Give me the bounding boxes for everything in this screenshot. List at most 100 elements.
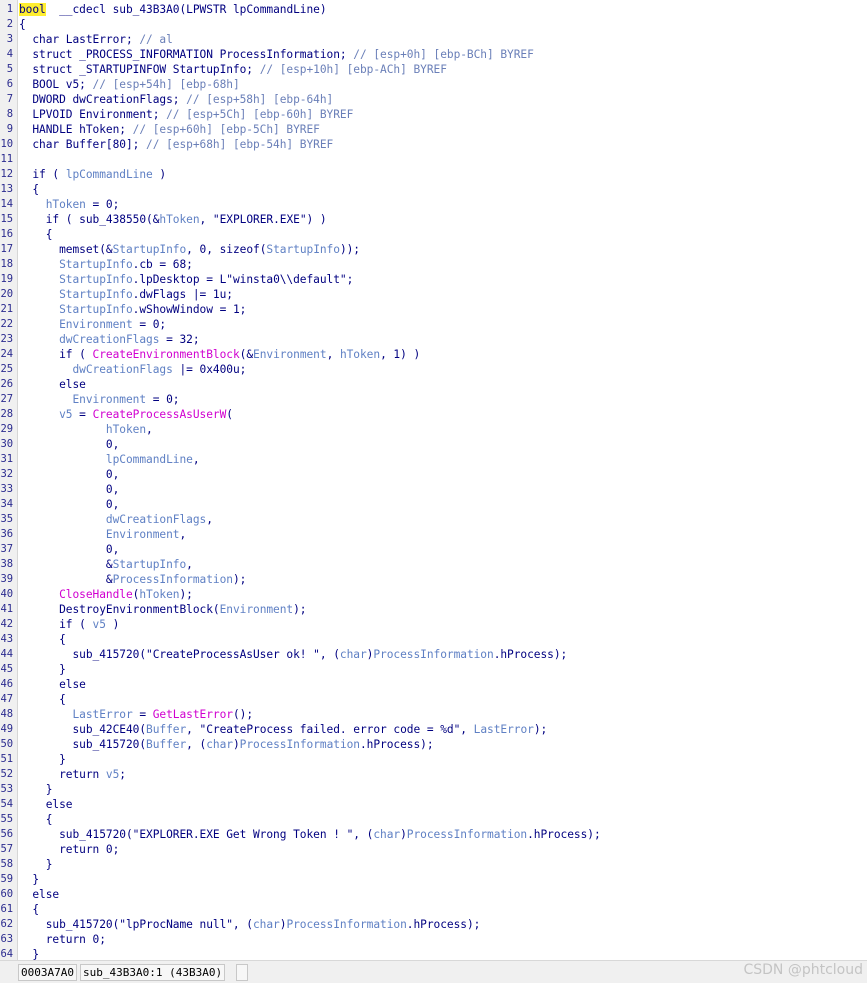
code-line[interactable]: 12 if ( lpCommandLine )	[0, 167, 867, 182]
code-text[interactable]: sub_415720("CreateProcessAsUser ok! ", (…	[19, 647, 567, 662]
code-line[interactable]: 28 v5 = CreateProcessAsUserW(	[0, 407, 867, 422]
code-text[interactable]: Environment,	[19, 527, 186, 542]
code-text[interactable]: 0,	[19, 497, 119, 512]
code-text[interactable]: &ProcessInformation);	[19, 572, 246, 587]
code-text[interactable]: else	[19, 797, 73, 812]
code-line[interactable]: 39 &ProcessInformation);	[0, 572, 867, 587]
code-text[interactable]: StartupInfo.lpDesktop = L"winsta0\\defau…	[19, 272, 353, 287]
code-line[interactable]: 33 0,	[0, 482, 867, 497]
code-text[interactable]: else	[19, 677, 86, 692]
code-line[interactable]: 50 sub_415720(Buffer, (char)ProcessInfor…	[0, 737, 867, 752]
code-text[interactable]: 0,	[19, 542, 119, 557]
code-text[interactable]: {	[19, 632, 66, 647]
code-text[interactable]: sub_42CE40(Buffer, "CreateProcess failed…	[19, 722, 547, 737]
code-line[interactable]: 6 BOOL v5; // [esp+54h] [ebp-68h]	[0, 77, 867, 92]
code-text[interactable]: struct _PROCESS_INFORMATION ProcessInfor…	[19, 47, 533, 62]
code-line[interactable]: 41 DestroyEnvironmentBlock(Environment);	[0, 602, 867, 617]
code-text[interactable]: HANDLE hToken; // [esp+60h] [ebp-5Ch] BY…	[19, 122, 320, 137]
code-line[interactable]: 60 else	[0, 887, 867, 902]
code-text[interactable]: if ( lpCommandLine )	[19, 167, 166, 182]
code-text[interactable]: struct _STARTUPINFOW StartupInfo; // [es…	[19, 62, 447, 77]
code-line[interactable]: 44 sub_415720("CreateProcessAsUser ok! "…	[0, 647, 867, 662]
code-text[interactable]: memset(&StartupInfo, 0, sizeof(StartupIn…	[19, 242, 360, 257]
code-line[interactable]: 17 memset(&StartupInfo, 0, sizeof(Startu…	[0, 242, 867, 257]
code-text[interactable]: {	[19, 812, 53, 827]
code-text[interactable]: Environment = 0;	[19, 317, 166, 332]
code-line[interactable]: 8 LPVOID Environment; // [esp+5Ch] [ebp-…	[0, 107, 867, 122]
code-line[interactable]: 51 }	[0, 752, 867, 767]
code-text[interactable]: DestroyEnvironmentBlock(Environment);	[19, 602, 306, 617]
code-line[interactable]: 47 {	[0, 692, 867, 707]
code-line[interactable]: 30 0,	[0, 437, 867, 452]
code-line[interactable]: 21 StartupInfo.wShowWindow = 1;	[0, 302, 867, 317]
code-line[interactable]: 5 struct _STARTUPINFOW StartupInfo; // […	[0, 62, 867, 77]
code-text[interactable]: {	[19, 182, 39, 197]
code-line[interactable]: 10 char Buffer[80]; // [esp+68h] [ebp-54…	[0, 137, 867, 152]
code-text[interactable]: dwCreationFlags,	[19, 512, 213, 527]
code-text[interactable]: {	[19, 902, 39, 917]
code-line[interactable]: 57 return 0;	[0, 842, 867, 857]
code-line[interactable]: 32 0,	[0, 467, 867, 482]
code-text[interactable]: bool __cdecl sub_43B3A0(LPWSTR lpCommand…	[19, 2, 327, 17]
code-text[interactable]: if ( v5 )	[19, 617, 119, 632]
code-line[interactable]: 29 hToken,	[0, 422, 867, 437]
code-text[interactable]: lpCommandLine,	[19, 452, 200, 467]
code-line[interactable]: 36 Environment,	[0, 527, 867, 542]
code-line[interactable]: 40 CloseHandle(hToken);	[0, 587, 867, 602]
code-line[interactable]: 62 sub_415720("lpProcName null", (char)P…	[0, 917, 867, 932]
code-text[interactable]: return v5;	[19, 767, 126, 782]
code-line[interactable]: 11	[0, 152, 867, 167]
code-text[interactable]: BOOL v5; // [esp+54h] [ebp-68h]	[19, 77, 239, 92]
code-line[interactable]: 20 StartupInfo.dwFlags |= 1u;	[0, 287, 867, 302]
code-text[interactable]: else	[19, 887, 59, 902]
code-text[interactable]: }	[19, 662, 66, 677]
code-line[interactable]: 61 {	[0, 902, 867, 917]
code-text[interactable]: LastError = GetLastError();	[19, 707, 253, 722]
code-text[interactable]: return 0;	[19, 842, 119, 857]
code-line[interactable]: 18 StartupInfo.cb = 68;	[0, 257, 867, 272]
code-text[interactable]: StartupInfo.dwFlags |= 1u;	[19, 287, 233, 302]
code-line[interactable]: 56 sub_415720("EXPLORER.EXE Get Wrong To…	[0, 827, 867, 842]
code-line[interactable]: 23 dwCreationFlags = 32;	[0, 332, 867, 347]
code-text[interactable]: 0,	[19, 437, 119, 452]
code-line[interactable]: 37 0,	[0, 542, 867, 557]
code-line[interactable]: 42 if ( v5 )	[0, 617, 867, 632]
code-text[interactable]: if ( sub_438550(&hToken, "EXPLORER.EXE")…	[19, 212, 327, 227]
pseudocode-editor[interactable]: 1 bool __cdecl sub_43B3A0(LPWSTR lpComman…	[0, 0, 867, 960]
code-text[interactable]: StartupInfo.cb = 68;	[19, 257, 193, 272]
code-line[interactable]: 31 lpCommandLine,	[0, 452, 867, 467]
code-text[interactable]: DWORD dwCreationFlags; // [esp+58h] [ebp…	[19, 92, 333, 107]
code-line[interactable]: 49 sub_42CE40(Buffer, "CreateProcess fai…	[0, 722, 867, 737]
code-line[interactable]: 3 char LastError; // al	[0, 32, 867, 47]
code-text[interactable]: dwCreationFlags = 32;	[19, 332, 199, 347]
code-text[interactable]: hToken,	[19, 422, 153, 437]
code-line[interactable]: 59 }	[0, 872, 867, 887]
code-text[interactable]: {	[19, 17, 26, 32]
code-line[interactable]: 15 if ( sub_438550(&hToken, "EXPLORER.EX…	[0, 212, 867, 227]
code-text[interactable]: v5 = CreateProcessAsUserW(	[19, 407, 233, 422]
code-line[interactable]: 54 else	[0, 797, 867, 812]
code-text[interactable]: }	[19, 947, 39, 960]
code-lines[interactable]: 1 bool __cdecl sub_43B3A0(LPWSTR lpComman…	[0, 2, 867, 960]
code-line[interactable]: 52 return v5;	[0, 767, 867, 782]
code-line[interactable]: 46 else	[0, 677, 867, 692]
code-line[interactable]: 4 struct _PROCESS_INFORMATION ProcessInf…	[0, 47, 867, 62]
code-text[interactable]: }	[19, 872, 39, 887]
code-text[interactable]: return 0;	[19, 932, 106, 947]
code-line[interactable]: 7 DWORD dwCreationFlags; // [esp+58h] [e…	[0, 92, 867, 107]
code-text[interactable]: else	[19, 377, 86, 392]
code-line[interactable]: 45 }	[0, 662, 867, 677]
code-line[interactable]: 25 dwCreationFlags |= 0x400u;	[0, 362, 867, 377]
code-text[interactable]: sub_415720("EXPLORER.EXE Get Wrong Token…	[19, 827, 601, 842]
code-text[interactable]: sub_415720("lpProcName null", (char)Proc…	[19, 917, 481, 932]
code-line[interactable]: 53 }	[0, 782, 867, 797]
code-text[interactable]: LPVOID Environment; // [esp+5Ch] [ebp-60…	[19, 107, 353, 122]
code-text[interactable]: {	[19, 227, 53, 242]
code-line[interactable]: 16 {	[0, 227, 867, 242]
code-line[interactable]: 19 StartupInfo.lpDesktop = L"winsta0\\de…	[0, 272, 867, 287]
code-text[interactable]: }	[19, 782, 53, 797]
code-text[interactable]: if ( CreateEnvironmentBlock(&Environment…	[19, 347, 420, 362]
code-text[interactable]: hToken = 0;	[19, 197, 120, 212]
code-line[interactable]: 48 LastError = GetLastError();	[0, 707, 867, 722]
code-line[interactable]: 14 hToken = 0;	[0, 197, 867, 212]
